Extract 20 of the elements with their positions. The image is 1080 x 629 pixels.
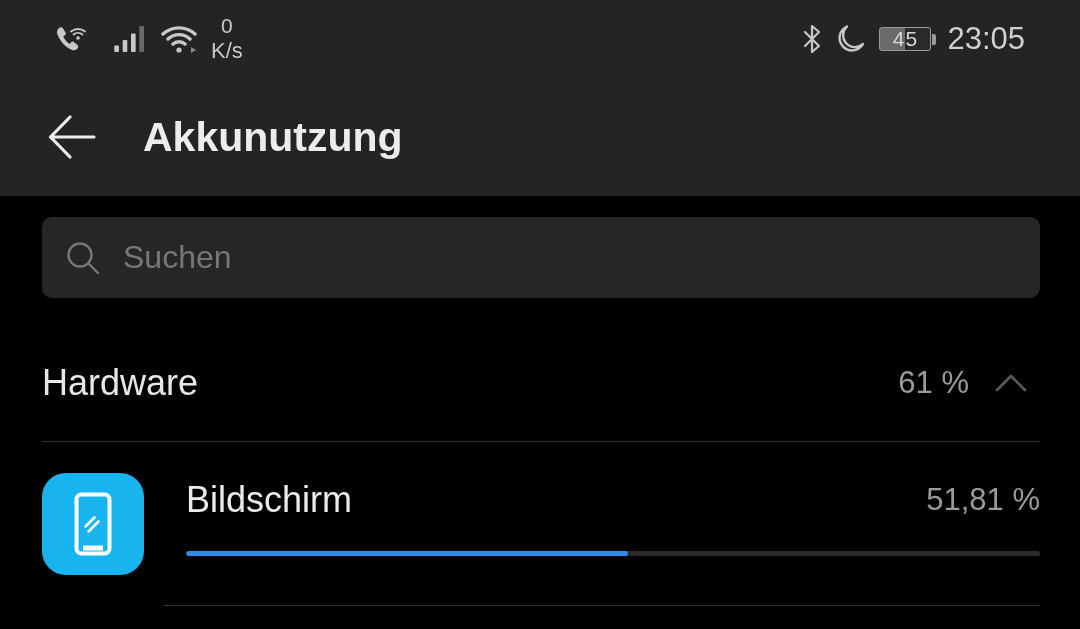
wifi-icon (161, 25, 199, 53)
item-name: Bildschirm (186, 479, 353, 521)
network-speed-value: 0 (221, 14, 233, 38)
network-speed-unit: K/s (211, 38, 243, 64)
moon-icon (835, 24, 866, 54)
wifi-calling-icon (55, 25, 89, 53)
chevron-up-icon (995, 373, 1027, 392)
page-title: Akkunutzung (143, 113, 403, 161)
back-arrow-icon (48, 115, 96, 159)
item-percentage: 51,81 % (926, 482, 1040, 518)
collapse-toggle[interactable] (995, 373, 1027, 392)
section-percentage: 61 % (898, 364, 969, 401)
bluetooth-icon (802, 24, 823, 54)
search-field[interactable]: Suchen (42, 217, 1040, 298)
screen-app-icon (42, 473, 144, 575)
search-icon (66, 241, 100, 275)
clock-time: 23:05 (947, 21, 1025, 57)
back-button[interactable] (46, 113, 98, 161)
section-title: Hardware (42, 361, 200, 404)
battery-percent: 45 (892, 28, 919, 50)
